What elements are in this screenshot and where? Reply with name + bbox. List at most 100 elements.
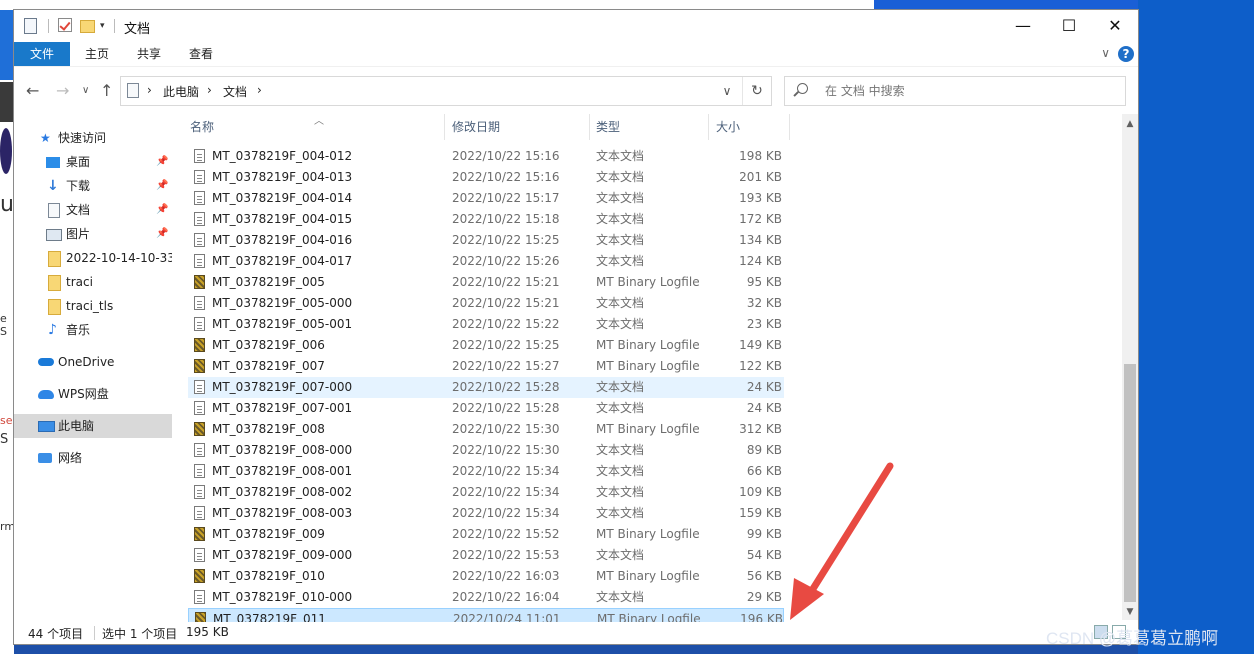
nav-folder-label: traci: [66, 275, 93, 289]
column-divider[interactable]: [589, 114, 590, 140]
tab-share[interactable]: 共享: [126, 42, 172, 66]
address-history-dropdown[interactable]: ∨: [713, 77, 741, 105]
file-name: MT_0378219F_010-000: [212, 590, 353, 604]
binary-logfile-icon: [194, 275, 205, 289]
column-divider[interactable]: [789, 114, 790, 140]
file-row[interactable]: MT_0378219F_005-000 2022/10/22 15:21 文本文档 3…: [188, 293, 784, 314]
file-date: 2022/10/22 15:28: [452, 380, 560, 394]
file-row[interactable]: MT_0378219F_008-001 2022/10/22 15:34 文本文档 6…: [188, 461, 784, 482]
nav-onedrive[interactable]: OneDrive: [14, 350, 172, 374]
file-type: 文本文档: [596, 548, 645, 562]
nav-pictures[interactable]: 图片 📌: [14, 222, 172, 246]
file-row[interactable]: MT_0378219F_010-000 2022/10/22 16:04 文本文档 2…: [188, 587, 784, 608]
text-file-icon: [194, 380, 205, 394]
refresh-button[interactable]: ↻: [742, 77, 771, 105]
nav-folder-traci[interactable]: traci: [14, 270, 172, 294]
desktop-bottom-strip: [14, 644, 1138, 654]
file-name: MT_0378219F_008-000: [212, 443, 353, 457]
file-row[interactable]: MT_0378219F_009-000 2022/10/22 15:53 文本文档 5…: [188, 545, 784, 566]
file-row[interactable]: MT_0378219F_004-013 2022/10/22 15:16 文本文档 2…: [188, 167, 784, 188]
nav-folder-traci-tls[interactable]: traci_tls: [14, 294, 172, 318]
nav-quick-access[interactable]: ★ 快速访问: [14, 126, 172, 150]
file-row[interactable]: MT_0378219F_004-017 2022/10/22 15:26 文本文档 1…: [188, 251, 784, 272]
checkmark-icon[interactable]: [58, 18, 72, 32]
forward-arrow-icon[interactable]: →: [56, 81, 69, 100]
file-type: 文本文档: [596, 443, 645, 457]
file-row[interactable]: MT_0378219F_007-000 2022/10/22 15:28 文本文档 2…: [188, 377, 784, 398]
breadcrumb-documents[interactable]: 文档: [223, 83, 247, 100]
address-row: ← → ∨ ↑ › 此电脑 › 文档 › ∨ ↻: [14, 66, 1138, 115]
nav-documents[interactable]: 文档 📌: [14, 198, 172, 222]
maximize-button[interactable]: ☐: [1046, 10, 1092, 42]
breadcrumb-separator[interactable]: ›: [147, 83, 152, 97]
scroll-up-arrow-icon[interactable]: ▲: [1122, 116, 1138, 132]
file-row[interactable]: MT_0378219F_007-001 2022/10/22 15:28 文本文档 2…: [188, 398, 784, 419]
file-size: 99 KB: [746, 527, 782, 541]
background-text: u: [0, 192, 14, 217]
file-row[interactable]: MT_0378219F_009 2022/10/22 15:52 MT Binary…: [188, 524, 784, 545]
file-row[interactable]: MT_0378219F_008-003 2022/10/22 15:34 文本文档 1…: [188, 503, 784, 524]
recent-locations-chevron-icon[interactable]: ∨: [82, 85, 89, 96]
file-row[interactable]: MT_0378219F_008 2022/10/22 15:30 MT Binary…: [188, 419, 784, 440]
file-row[interactable]: MT_0378219F_010 2022/10/22 16:03 MT Binary…: [188, 566, 784, 587]
file-row[interactable]: MT_0378219F_005-001 2022/10/22 15:22 文本文档 2…: [188, 314, 784, 335]
file-row[interactable]: MT_0378219F_008-000 2022/10/22 15:30 文本文档 8…: [188, 440, 784, 461]
file-row[interactable]: MT_0378219F_004-014 2022/10/22 15:17 文本文档 1…: [188, 188, 784, 209]
search-box[interactable]: [784, 76, 1126, 106]
nav-network[interactable]: 网络: [14, 446, 172, 470]
tab-view[interactable]: 查看: [178, 42, 224, 66]
column-header-type[interactable]: 类型: [596, 114, 620, 140]
file-type: MT Binary Logfile: [596, 527, 700, 541]
tab-file[interactable]: 文件: [14, 42, 70, 66]
help-button[interactable]: ?: [1118, 46, 1134, 62]
background-text: rm: [0, 520, 16, 533]
file-size: 134 KB: [739, 233, 782, 247]
file-row[interactable]: MT_0378219F_004-015 2022/10/22 15:18 文本文档 1…: [188, 209, 784, 230]
close-button[interactable]: ✕: [1092, 10, 1138, 42]
file-type: 文本文档: [596, 149, 645, 163]
file-type: 文本文档: [596, 506, 645, 520]
file-size: 198 KB: [739, 149, 782, 163]
search-input[interactable]: [823, 80, 1117, 102]
breadcrumb-this-pc[interactable]: 此电脑: [163, 83, 199, 100]
file-row[interactable]: MT_0378219F_008-002 2022/10/22 15:34 文本文档 1…: [188, 482, 784, 503]
nav-desktop[interactable]: 桌面 📌: [14, 150, 172, 174]
breadcrumb-separator[interactable]: ›: [257, 83, 262, 97]
scroll-down-arrow-icon[interactable]: ▼: [1122, 604, 1138, 620]
nav-wps-cloud[interactable]: WPS网盘: [14, 382, 172, 406]
background-text: se: [0, 414, 13, 427]
nav-music[interactable]: ♪ 音乐: [14, 318, 172, 342]
file-row[interactable]: MT_0378219F_004-012 2022/10/22 15:16 文本文档 1…: [188, 146, 784, 167]
file-name: MT_0378219F_007-001: [212, 401, 353, 415]
scrollbar-thumb[interactable]: [1124, 364, 1136, 602]
column-header-name[interactable]: 名称: [190, 114, 214, 140]
nav-downloads[interactable]: ↓ 下载 📌: [14, 174, 172, 198]
file-name: MT_0378219F_008: [212, 422, 325, 436]
back-arrow-icon[interactable]: ←: [26, 81, 39, 100]
tab-home[interactable]: 主页: [74, 42, 120, 66]
expand-ribbon-chevron-icon[interactable]: ∨: [1101, 46, 1110, 60]
file-row[interactable]: MT_0378219F_005 2022/10/22 15:21 MT Binary…: [188, 272, 784, 293]
file-name: MT_0378219F_004-015: [212, 212, 353, 226]
column-divider[interactable]: [708, 114, 709, 140]
nav-this-pc[interactable]: 此电脑: [14, 414, 172, 438]
minimize-button[interactable]: —: [1000, 10, 1046, 42]
file-date: 2022/10/22 15:30: [452, 443, 560, 457]
column-header-date[interactable]: 修改日期: [452, 114, 500, 140]
up-arrow-icon[interactable]: ↑: [100, 81, 113, 100]
new-folder-icon[interactable]: [80, 20, 95, 33]
file-row[interactable]: MT_0378219F_004-016 2022/10/22 15:25 文本文档 1…: [188, 230, 784, 251]
file-row[interactable]: MT_0378219F_007 2022/10/22 15:27 MT Binary…: [188, 356, 784, 377]
nav-folder-2022-10-14[interactable]: 2022-10-14-10-33: [14, 246, 172, 270]
vertical-scrollbar[interactable]: ▲ ▼: [1122, 114, 1138, 620]
customize-toolbar-dropdown[interactable]: ▾: [100, 21, 105, 31]
file-type: MT Binary Logfile: [596, 569, 700, 583]
file-row[interactable]: MT_0378219F_006 2022/10/22 15:25 MT Binary…: [188, 335, 784, 356]
column-header-size[interactable]: 大小: [716, 114, 740, 140]
breadcrumb-separator[interactable]: ›: [207, 83, 212, 97]
file-type: 文本文档: [596, 254, 645, 268]
address-bar[interactable]: › 此电脑 › 文档 › ∨ ↻: [120, 76, 772, 106]
download-icon: ↓: [47, 178, 59, 194]
properties-icon[interactable]: [24, 18, 37, 34]
column-divider[interactable]: [444, 114, 445, 140]
